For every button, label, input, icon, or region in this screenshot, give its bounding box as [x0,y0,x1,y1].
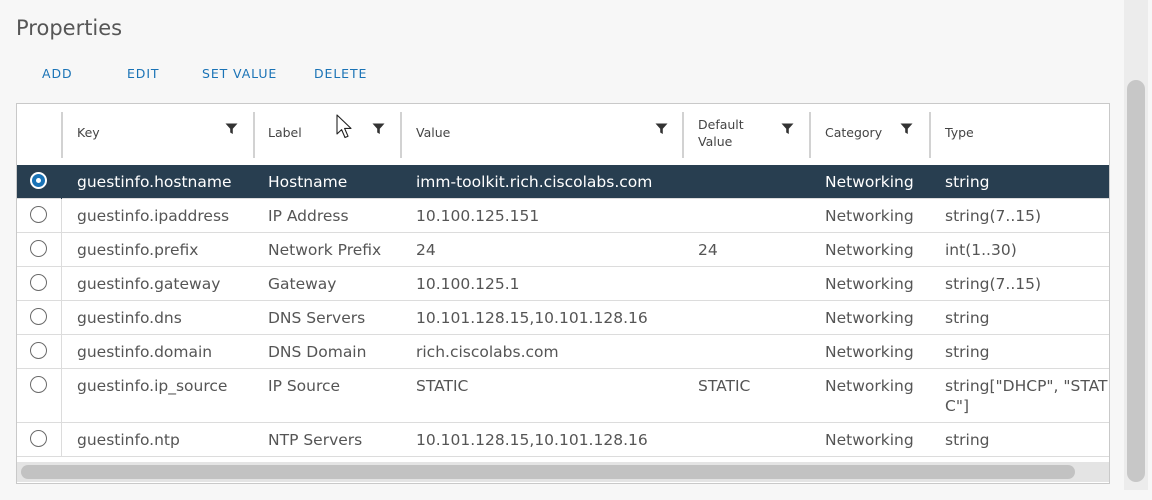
row-divider [61,423,62,457]
table-row[interactable]: guestinfo.prefix Network Prefix 24 24 Ne… [17,233,1109,267]
cell-type: int(1..30) [945,241,1017,259]
cell-label: Gateway [268,275,337,293]
cell-label: Hostname [268,173,348,191]
cell-type-wrap: C"] [945,397,969,415]
cell-value: rich.ciscolabs.com [416,343,559,361]
column-label-type: Type [945,125,974,140]
cell-value: 10.100.125.151 [416,207,540,225]
row-divider [61,199,62,233]
cell-type: string [945,431,990,449]
cell-key: guestinfo.ip_source [77,377,228,395]
cell-value: 10.101.128.15,10.101.128.16 [416,431,648,449]
column-label-value: Value [416,125,451,140]
column-header-label[interactable]: Label [254,104,400,165]
column-label-label: Label [268,125,302,140]
cell-value: 24 [416,241,436,259]
cell-key: guestinfo.dns [77,309,182,327]
cell-type: string [945,309,990,327]
cell-label: IP Address [268,207,349,225]
row-divider [61,165,62,199]
radio-button-icon[interactable] [30,172,47,189]
cell-type: string(7..15) [945,207,1042,225]
cell-label: DNS Domain [268,343,367,361]
cell-value: 10.101.128.15,10.101.128.16 [416,309,648,327]
cell-label: Network Prefix [268,241,382,259]
table-row[interactable]: guestinfo.gateway Gateway 10.100.125.1 N… [17,267,1109,301]
cell-key: guestinfo.ntp [77,431,180,449]
cell-type: string [945,343,990,361]
cell-value: imm-toolkit.rich.ciscolabs.com [416,173,653,191]
cell-key: guestinfo.gateway [77,275,221,293]
cell-label: NTP Servers [268,431,363,449]
cell-default: 24 [698,241,718,259]
table-row[interactable]: guestinfo.hostname Hostname imm-toolkit.… [17,165,1109,199]
column-header-category[interactable]: Category [811,104,929,165]
cell-category: Networking [825,241,914,259]
row-divider [61,369,62,423]
mouse-pointer-icon [336,114,352,139]
column-label-key: Key [77,125,100,140]
vertical-scrollbar[interactable] [1124,0,1148,490]
cell-category: Networking [825,343,914,361]
cell-type: string["DHCP", "STATI [945,377,1110,395]
cell-key: guestinfo.ipaddress [77,207,230,225]
cell-label: IP Source [268,377,341,395]
column-select [17,104,61,165]
delete-button[interactable]: DELETE [314,66,367,81]
cell-type: string [945,173,990,191]
row-divider [61,233,62,267]
column-label-default-value: Default Value [698,116,744,150]
cell-category: Networking [825,431,914,449]
row-divider [61,301,62,335]
column-header-type[interactable]: Type [931,104,1109,165]
filter-icon[interactable] [372,123,385,135]
table-row[interactable]: guestinfo.ntp NTP Servers 10.101.128.15,… [17,423,1109,457]
cell-value: STATIC [416,377,469,395]
radio-button-icon[interactable] [30,342,47,359]
cell-key: guestinfo.domain [77,343,213,361]
cell-default: STATIC [698,377,751,395]
grid-header: Key Label Value Default Value Category Ty… [17,104,1109,166]
cell-key: guestinfo.prefix [77,241,199,259]
column-label-default-line1: Default [698,117,744,132]
cell-category: Networking [825,207,914,225]
edit-button[interactable]: EDIT [127,66,159,81]
cell-category: Networking [825,309,914,327]
table-row[interactable]: guestinfo.dns DNS Servers 10.101.128.15,… [17,301,1109,335]
table-row[interactable]: guestinfo.ipaddress IP Address 10.100.12… [17,199,1109,233]
radio-button-icon[interactable] [30,274,47,291]
column-header-value[interactable]: Value [402,104,683,165]
table-row[interactable]: guestinfo.domain DNS Domain rich.ciscola… [17,335,1109,369]
row-divider [61,267,62,301]
set-value-button[interactable]: SET VALUE [202,66,277,81]
filter-icon[interactable] [655,123,668,135]
vertical-scrollbar-thumb[interactable] [1127,80,1145,482]
cell-key: guestinfo.hostname [77,173,232,191]
radio-button-icon[interactable] [30,376,47,393]
page-title: Properties [16,16,123,40]
cell-category: Networking [825,275,914,293]
column-header-key[interactable]: Key [63,104,253,165]
cell-category: Networking [825,173,914,191]
radio-button-icon[interactable] [30,430,47,447]
radio-button-icon[interactable] [30,206,47,223]
horizontal-scrollbar[interactable] [17,462,1109,482]
properties-grid: Key Label Value Default Value Category Ty… [16,103,1110,484]
radio-button-icon[interactable] [30,240,47,257]
filter-icon[interactable] [225,123,238,135]
column-header-default-value[interactable]: Default Value [684,104,810,165]
column-label-default-line2: Value [698,134,733,149]
cell-category: Networking [825,377,914,395]
column-label-category: Category [825,125,883,140]
radio-button-icon[interactable] [30,308,47,325]
table-row[interactable]: guestinfo.ip_source IP Source STATIC STA… [17,369,1110,423]
add-button[interactable]: ADD [42,66,73,81]
cell-label: DNS Servers [268,309,366,327]
row-divider [61,335,62,369]
filter-icon[interactable] [781,123,794,135]
horizontal-scrollbar-thumb[interactable] [21,465,1075,479]
cell-type: string(7..15) [945,275,1042,293]
filter-icon[interactable] [900,123,913,135]
cell-value: 10.100.125.1 [416,275,520,293]
